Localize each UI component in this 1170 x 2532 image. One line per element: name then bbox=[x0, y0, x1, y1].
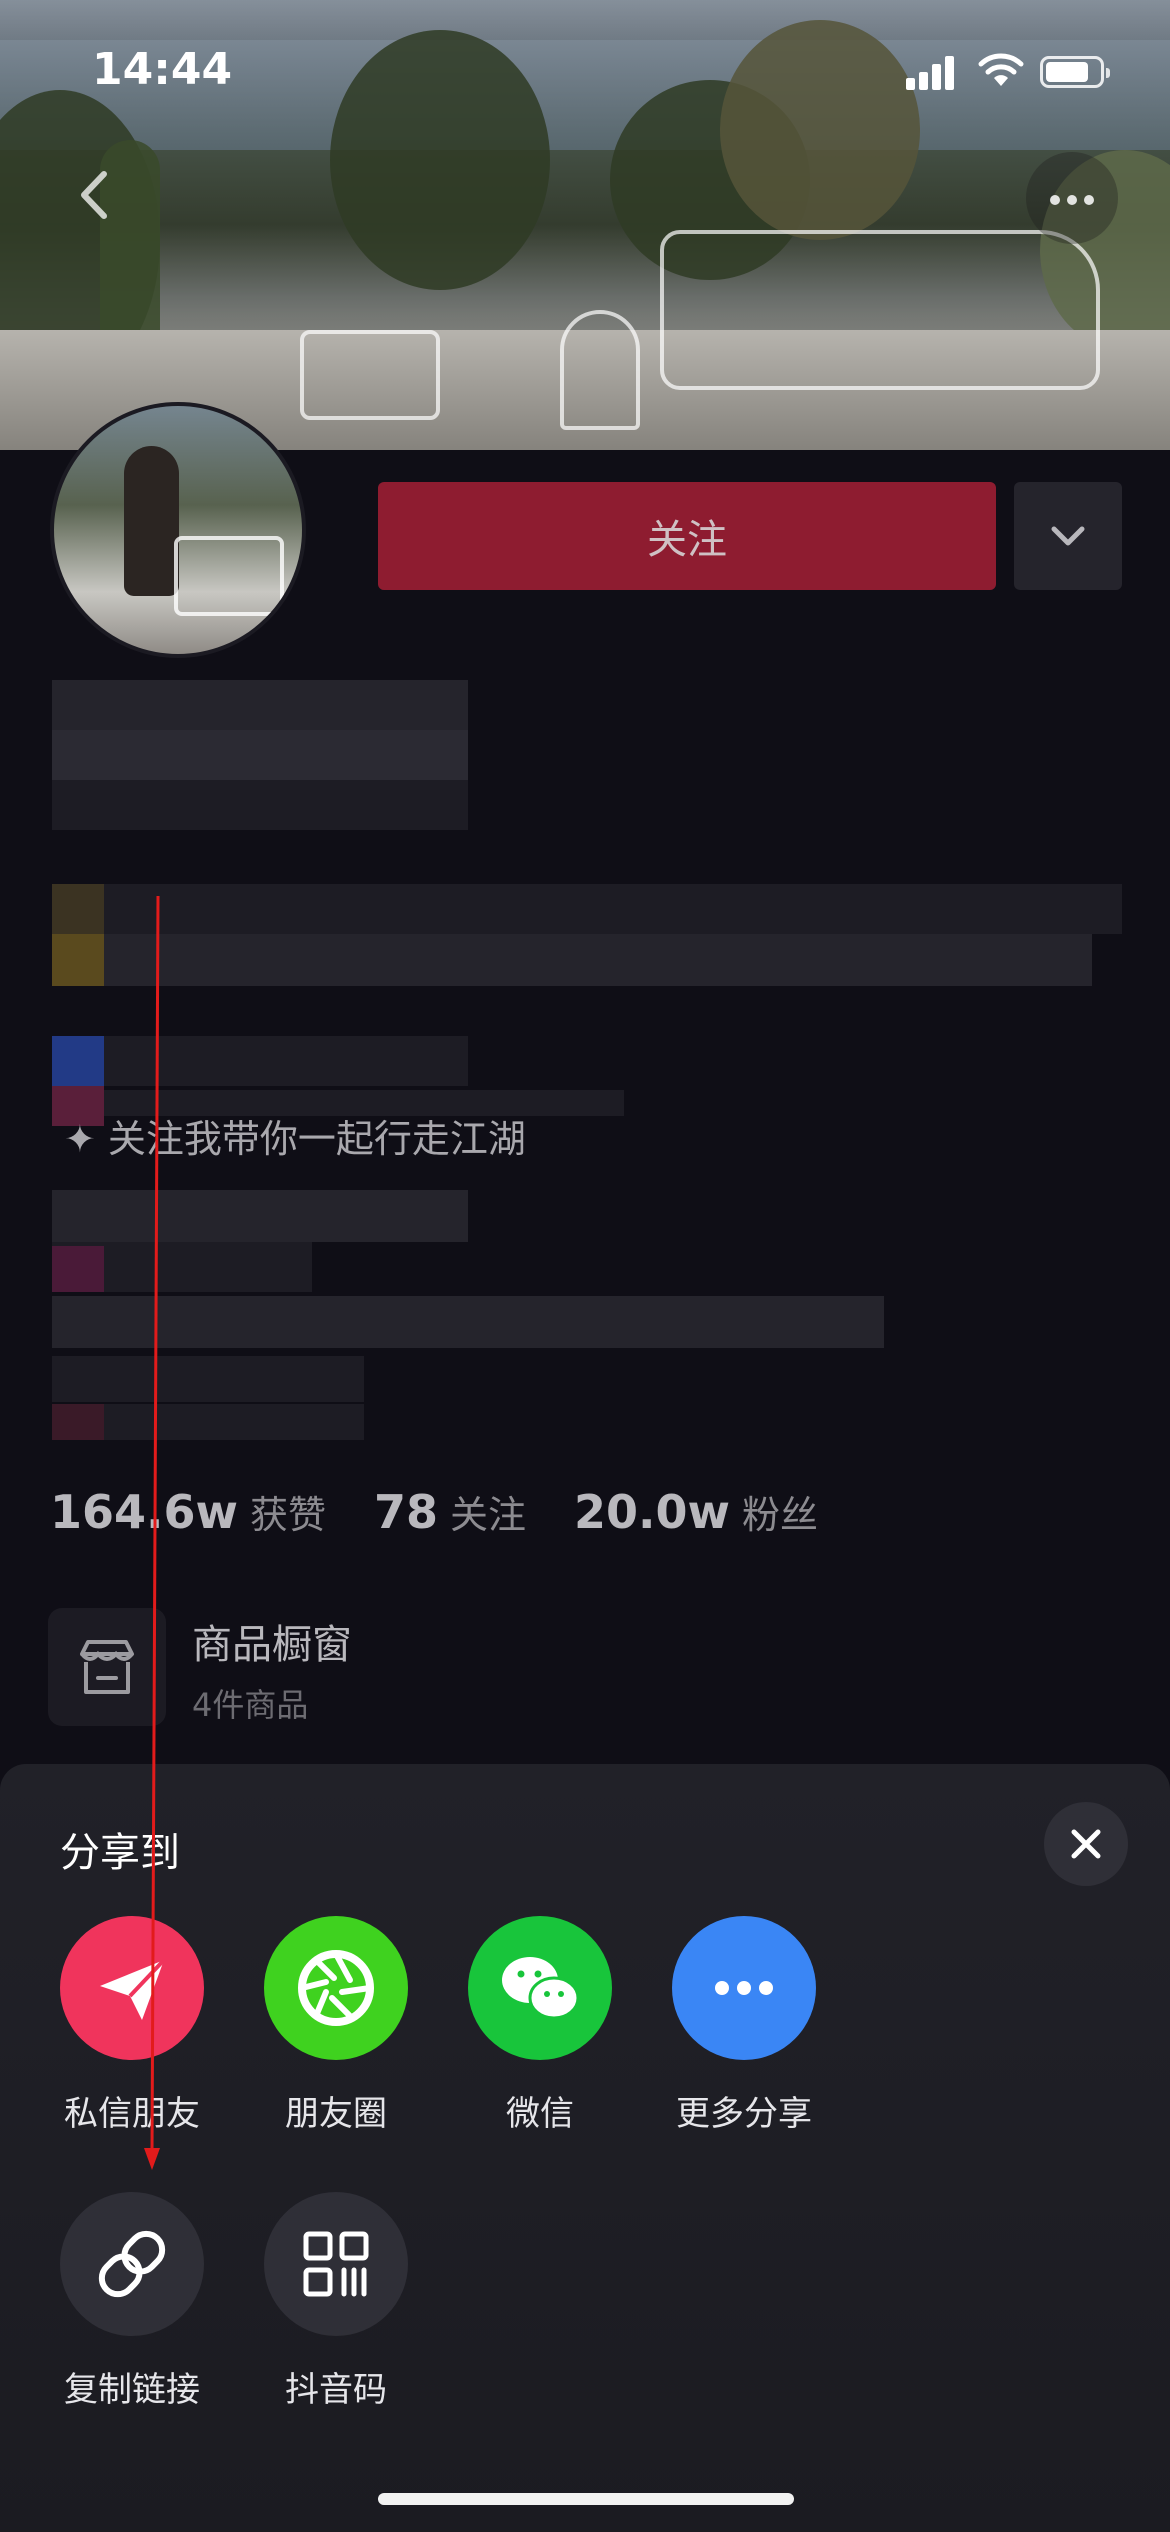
copy-link-button[interactable]: 复制链接 bbox=[52, 2192, 212, 2411]
battery-icon bbox=[1040, 56, 1110, 88]
shop-window-subtitle: 4件商品 bbox=[192, 1686, 309, 1724]
moments-aperture-icon bbox=[264, 1916, 408, 2060]
back-button[interactable] bbox=[60, 160, 130, 230]
followers-label[interactable]: 粉丝 bbox=[742, 1484, 818, 1539]
shop-window-title[interactable]: 商品橱窗 bbox=[192, 1612, 352, 1670]
qr-code-icon bbox=[264, 2192, 408, 2336]
more-dots-icon bbox=[672, 1916, 816, 2060]
share-private-message[interactable]: 私信朋友 bbox=[52, 1916, 212, 2135]
cellular-signal-icon bbox=[906, 54, 960, 90]
shop-window-button[interactable] bbox=[48, 1608, 166, 1726]
share-label: 复制链接 bbox=[64, 2370, 200, 2410]
avatar[interactable] bbox=[50, 402, 306, 658]
more-options-button[interactable] bbox=[1026, 152, 1118, 244]
share-label: 抖音码 bbox=[285, 2370, 387, 2410]
link-icon bbox=[60, 2192, 204, 2336]
followers-count[interactable]: 20.0w bbox=[574, 1485, 730, 1539]
share-more[interactable]: 更多分享 bbox=[664, 1916, 824, 2135]
chevron-down-icon bbox=[1051, 526, 1085, 546]
share-label: 私信朋友 bbox=[64, 2094, 200, 2134]
share-label: 微信 bbox=[506, 2094, 574, 2134]
likes-count: 164.6w bbox=[50, 1485, 238, 1539]
share-sheet-title: 分享到 bbox=[60, 1830, 180, 1876]
wechat-icon bbox=[468, 1916, 612, 2060]
share-label: 朋友圈 bbox=[285, 2094, 387, 2134]
share-wechat-moments[interactable]: 朋友圈 bbox=[256, 1916, 416, 2135]
status-bar: 14:44 bbox=[0, 0, 1170, 150]
storefront-icon bbox=[80, 1640, 134, 1694]
home-indicator bbox=[378, 2493, 794, 2505]
following-count[interactable]: 78 bbox=[374, 1485, 438, 1539]
share-wechat[interactable]: 微信 bbox=[460, 1916, 620, 2135]
follow-label: 关注 bbox=[647, 517, 727, 563]
bio-text: ✦ 关注我带你一起行走江湖 bbox=[64, 1117, 526, 1161]
douyin-code-button[interactable]: 抖音码 bbox=[256, 2192, 416, 2411]
profile-stats: 164.6w 获赞 78 关注 20.0w 粉丝 bbox=[50, 1484, 866, 1539]
close-icon bbox=[1071, 1829, 1101, 1859]
following-label[interactable]: 关注 bbox=[450, 1484, 526, 1539]
paper-plane-icon bbox=[60, 1916, 204, 2060]
wifi-icon bbox=[978, 53, 1024, 86]
share-sheet bbox=[0, 1764, 1170, 2532]
likes-label: 获赞 bbox=[250, 1493, 327, 1537]
close-share-button[interactable] bbox=[1044, 1802, 1128, 1886]
share-label: 更多分享 bbox=[676, 2094, 812, 2134]
status-time: 14:44 bbox=[92, 44, 233, 95]
follow-button[interactable]: 关注 bbox=[378, 482, 996, 590]
recommend-dropdown-button[interactable] bbox=[1014, 482, 1122, 590]
